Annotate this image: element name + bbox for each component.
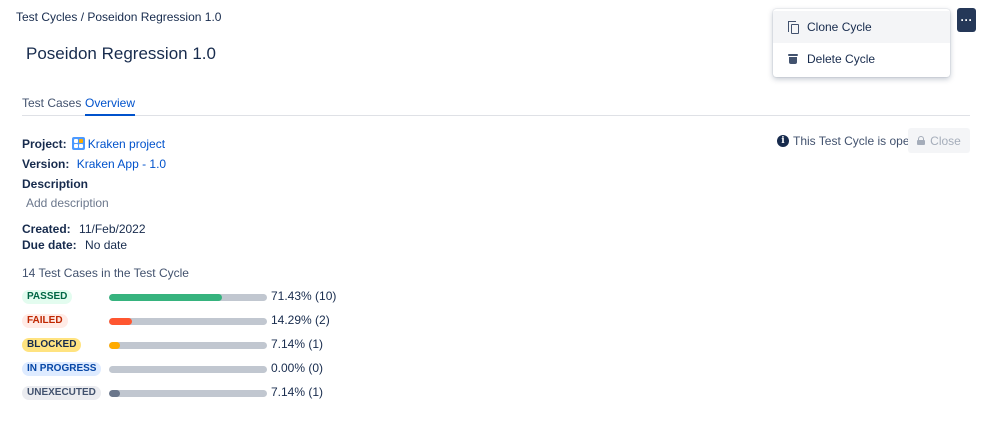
version-label: Version: [22, 157, 70, 171]
trash-icon [788, 53, 798, 65]
due-date-value: No date [85, 238, 128, 252]
status-percentage: 0.00% (0) [271, 361, 324, 375]
breadcrumb-current: Poseidon Regression 1.0 [87, 10, 222, 24]
due-date-label: Due date: [22, 238, 77, 252]
progress-fill [109, 342, 121, 349]
menu-item-label: Clone Cycle [807, 20, 872, 34]
due-date-field: Due date: No date [22, 238, 127, 252]
version-field: Version: Kraken App - 1.0 [22, 157, 166, 171]
description-field: Description [22, 177, 88, 191]
menu-item-delete-cycle[interactable]: Delete Cycle [773, 43, 950, 75]
project-field: Project: Kraken project [22, 137, 165, 151]
version-link[interactable]: Kraken App - 1.0 [77, 157, 166, 171]
copy-icon [787, 20, 799, 34]
tab-test-cases[interactable]: Test Cases [22, 96, 81, 114]
close-button-label: Close [930, 133, 961, 148]
cycle-actions-menu: Clone Cycle Delete Cycle [773, 9, 950, 77]
created-field: Created: 11/Feb/2022 [22, 222, 146, 236]
status-row-passed: PASSED 71.43% (10) [22, 289, 352, 305]
tab-bar: Test Cases Overview [22, 96, 970, 116]
status-lozenge: IN PROGRESS [22, 362, 102, 376]
project-icon [71, 137, 85, 150]
created-value: 11/Feb/2022 [79, 222, 146, 236]
breadcrumb-separator: / [77, 10, 88, 24]
close-cycle-button[interactable]: Close [908, 128, 970, 153]
status-percentage: 71.43% (10) [271, 289, 337, 303]
status-percentage: 7.14% (1) [271, 385, 324, 399]
breadcrumb: Test Cycles / Poseidon Regression 1.0 [16, 10, 221, 24]
progress-fill [109, 318, 132, 325]
cycle-status: i This Test Cycle is open [777, 134, 916, 148]
project-label: Project: [22, 137, 67, 151]
status-lozenge: PASSED [22, 290, 73, 304]
status-percentage: 14.29% (2) [271, 313, 330, 327]
progress-fill [109, 294, 222, 301]
more-icon: ··· [960, 13, 973, 27]
menu-item-clone-cycle[interactable]: Clone Cycle [773, 11, 950, 43]
progress-bar [109, 294, 267, 301]
status-row-in-progress: IN PROGRESS 0.00% (0) [22, 361, 352, 377]
description-input[interactable]: Add description [26, 196, 109, 210]
progress-bar [109, 318, 267, 325]
progress-fill [109, 390, 121, 397]
cycle-status-text: This Test Cycle is open [793, 134, 917, 148]
status-lozenge: UNEXECUTED [22, 386, 101, 400]
tab-overview[interactable]: Overview [85, 96, 136, 116]
lock-icon [917, 136, 926, 145]
created-label: Created: [22, 222, 71, 236]
status-row-unexecuted: UNEXECUTED 7.14% (1) [22, 385, 352, 401]
progress-bar [109, 342, 267, 349]
status-row-blocked: BLOCKED 7.14% (1) [22, 337, 352, 353]
progress-bar [109, 366, 267, 373]
project-link[interactable]: Kraken project [88, 137, 165, 151]
more-actions-button[interactable]: ··· [957, 8, 976, 32]
breadcrumb-parent-link[interactable]: Test Cycles [16, 10, 77, 24]
page-title: Poseidon Regression 1.0 [26, 44, 216, 63]
test-case-summary: 14 Test Cases in the Test Cycle [22, 266, 189, 280]
status-percentage: 7.14% (1) [271, 337, 324, 351]
menu-item-label: Delete Cycle [807, 52, 876, 66]
status-lozenge: FAILED [22, 314, 68, 328]
status-lozenge: BLOCKED [22, 338, 82, 352]
status-row-failed: FAILED 14.29% (2) [22, 313, 352, 329]
info-icon: i [777, 135, 789, 147]
description-label: Description [22, 177, 89, 191]
progress-bar [109, 390, 267, 397]
